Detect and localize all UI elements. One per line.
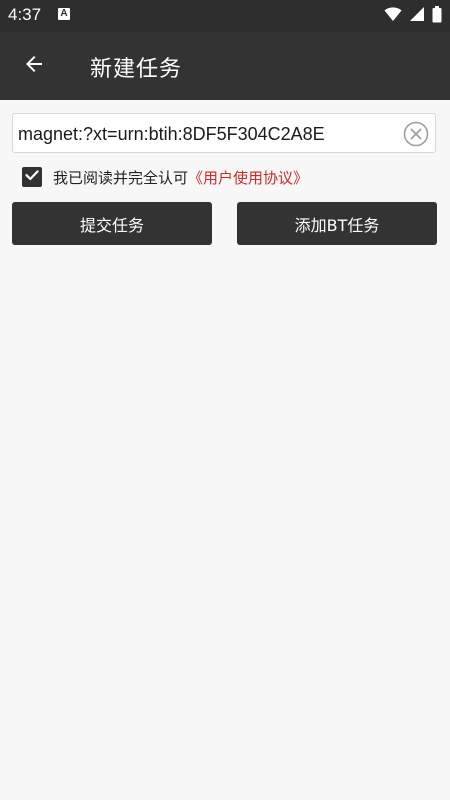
status-time: 4:37: [8, 5, 42, 24]
arrow-left-icon: [22, 52, 46, 80]
a-letter-icon: A: [58, 8, 70, 20]
status-bar: 4:37 A: [0, 0, 450, 32]
battery-icon: [432, 5, 442, 27]
status-icons: [384, 5, 442, 27]
add-bt-task-button[interactable]: 添加BT任务: [237, 202, 437, 245]
clear-circle-icon: [403, 121, 429, 151]
agreement-checkbox[interactable]: [22, 167, 42, 187]
agreement-text: 我已阅读并完全认可: [53, 168, 189, 187]
checkmark-icon: [24, 167, 40, 187]
magnet-url-input[interactable]: [18, 120, 396, 148]
wifi-icon: [384, 6, 402, 26]
submit-task-button[interactable]: 提交任务: [12, 202, 212, 245]
signal-icon: [409, 6, 425, 26]
magnet-url-field: [12, 113, 436, 153]
agreement-row: 我已阅读并完全认可 《用户使用协议》: [22, 165, 308, 189]
page-title: 新建任务: [90, 57, 183, 82]
user-agreement-link[interactable]: 《用户使用协议》: [188, 167, 308, 188]
back-button[interactable]: [14, 46, 54, 86]
screen: 4:37 A 新建任务 magnet:?xt=urn:btih:8DF5F304…: [0, 0, 450, 800]
clear-button[interactable]: [403, 121, 429, 147]
app-bar: 新建任务: [0, 32, 450, 100]
